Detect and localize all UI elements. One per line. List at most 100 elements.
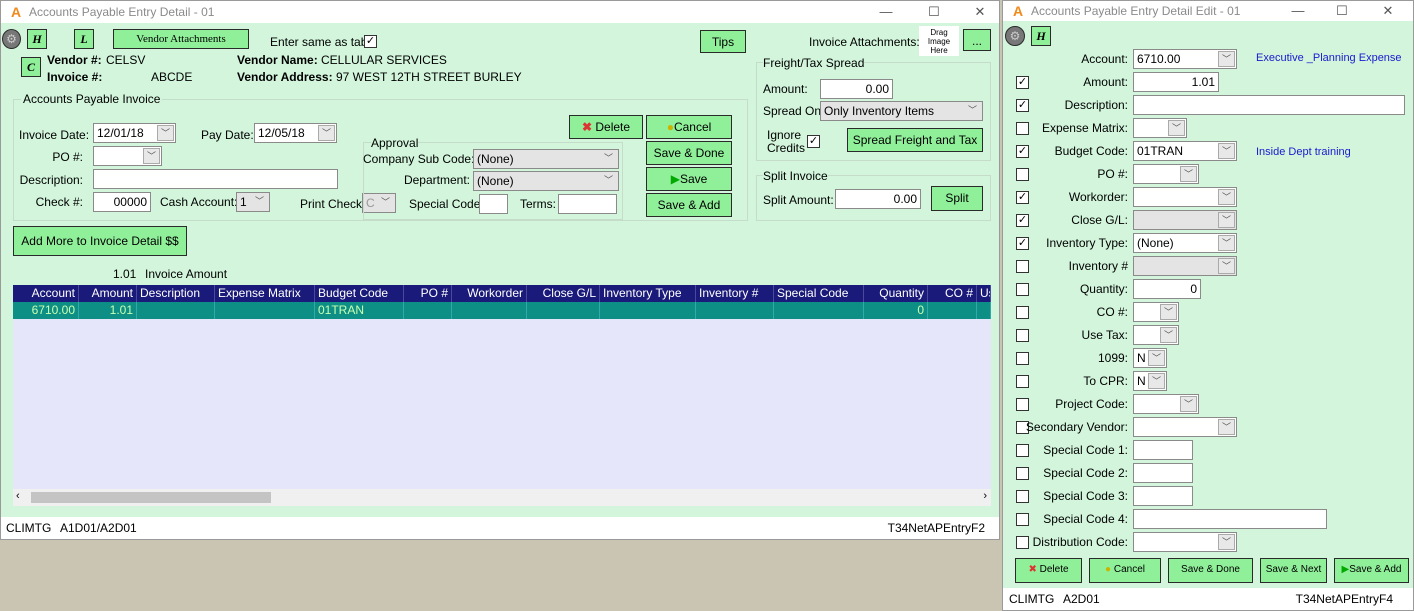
inventory-select[interactable]: ﹀: [1133, 256, 1237, 276]
1099-select[interactable]: N ﹀: [1133, 348, 1167, 368]
table-cell[interactable]: 0: [864, 302, 928, 319]
split-button[interactable]: Split: [931, 186, 983, 211]
cancel-button[interactable]: ●Cancel: [646, 115, 732, 139]
po-select[interactable]: ﹀: [93, 146, 162, 166]
scroll-left-icon[interactable]: ‹: [16, 490, 20, 502]
description-input[interactable]: [93, 169, 338, 189]
company-sub-code-select[interactable]: (None) ﹀: [473, 149, 619, 169]
chevron-down-icon[interactable]: ﹀: [1160, 327, 1177, 343]
chevron-down-icon[interactable]: ﹀: [1218, 143, 1235, 159]
chevron-down-icon[interactable]: ﹀: [1218, 212, 1235, 228]
table-cell[interactable]: 1.01: [79, 302, 137, 319]
secondary-vendor-select[interactable]: ﹀: [1133, 417, 1237, 437]
close-button[interactable]: ✕: [965, 1, 995, 23]
column-header[interactable]: Amount: [79, 285, 137, 302]
edit-delete-button[interactable]: ✖ Delete: [1015, 558, 1082, 583]
budget-code-select[interactable]: 01TRAN ﹀: [1133, 141, 1237, 161]
cash-account-select[interactable]: 1 ﹀: [236, 192, 270, 212]
table-cell[interactable]: [928, 302, 977, 319]
table-cell[interactable]: [600, 302, 696, 319]
contact-button[interactable]: C: [21, 57, 41, 77]
special-code-input[interactable]: [479, 194, 508, 214]
column-header[interactable]: PO #: [404, 285, 452, 302]
quantity-input[interactable]: 0: [1133, 279, 1201, 299]
save-button[interactable]: ▶Save: [646, 167, 732, 191]
drag-image-dropzone[interactable]: Drag Image Here: [919, 26, 959, 56]
account-select[interactable]: 6710.00 ﹀: [1133, 49, 1237, 69]
close-g-l-select[interactable]: ﹀: [1133, 210, 1237, 230]
edit-cancel-button[interactable]: ● Cancel: [1089, 558, 1161, 583]
chevron-down-icon[interactable]: ﹀: [1218, 258, 1235, 274]
chevron-down-icon[interactable]: ﹀: [1218, 51, 1235, 67]
table-cell[interactable]: 01TRAN: [315, 302, 404, 319]
distribution-code-select[interactable]: ﹀: [1133, 532, 1237, 552]
edit-save-done-button[interactable]: Save & Done: [1168, 558, 1253, 583]
special-code-1-input[interactable]: [1133, 440, 1193, 460]
project-code-select[interactable]: ﹀: [1133, 394, 1199, 414]
department-select[interactable]: (None) ﹀: [473, 171, 619, 191]
horizontal-scrollbar[interactable]: ‹ ›: [13, 489, 991, 506]
column-header[interactable]: Special Code: [774, 285, 864, 302]
check-input[interactable]: 00000: [93, 192, 151, 212]
maximize-button[interactable]: ☐: [1327, 1, 1357, 21]
table-cell[interactable]: [774, 302, 864, 319]
delete-button[interactable]: ✖ Delete: [569, 115, 643, 139]
tips-button[interactable]: Tips: [700, 30, 746, 53]
chevron-down-icon[interactable]: ﹀: [1180, 396, 1197, 412]
spread-freight-tax-button[interactable]: Spread Freight and Tax: [847, 128, 983, 152]
column-header[interactable]: Workorder: [452, 285, 527, 302]
edit-save-add-button[interactable]: ▶Save & Add: [1334, 558, 1409, 583]
close-button[interactable]: ✕: [1373, 1, 1403, 21]
chevron-down-icon[interactable]: ﹀: [1160, 304, 1177, 320]
description-input[interactable]: [1133, 95, 1405, 115]
ignore-credits-checkbox[interactable]: ✓: [807, 135, 820, 148]
chevron-down-icon[interactable]: ﹀: [1168, 120, 1185, 136]
minimize-button[interactable]: —: [871, 1, 901, 23]
column-header[interactable]: Close G/L: [527, 285, 600, 302]
table-cell[interactable]: [137, 302, 215, 319]
column-header[interactable]: Account: [13, 285, 79, 302]
edit-save-next-button[interactable]: Save & Next: [1260, 558, 1327, 583]
pay-date-picker[interactable]: 12/05/18 ﹀: [254, 123, 337, 143]
split-amount-input[interactable]: 0.00: [835, 189, 921, 209]
invoice-date-picker[interactable]: 12/01/18 ﹀: [93, 123, 176, 143]
inventory-type-select[interactable]: (None) ﹀: [1133, 233, 1237, 253]
chevron-down-icon[interactable]: ﹀: [1218, 419, 1235, 435]
column-header[interactable]: Inventory #: [696, 285, 774, 302]
chevron-down-icon[interactable]: ﹀: [1148, 373, 1165, 389]
table-cell[interactable]: [452, 302, 527, 319]
help-button[interactable]: H: [1031, 26, 1051, 46]
use-tax-select[interactable]: ﹀: [1133, 325, 1179, 345]
column-header[interactable]: Quantity: [864, 285, 928, 302]
vendor-attachments-button[interactable]: Vendor Attachments: [113, 29, 249, 49]
lookup-button[interactable]: L: [74, 29, 94, 49]
browse-attachments-button[interactable]: ...: [963, 29, 991, 51]
terms-input[interactable]: [558, 194, 617, 214]
chevron-down-icon[interactable]: ﹀: [1218, 534, 1235, 550]
table-cell[interactable]: [977, 302, 991, 319]
column-header[interactable]: Budget Code: [315, 285, 404, 302]
chevron-down-icon[interactable]: ﹀: [1218, 235, 1235, 251]
maximize-button[interactable]: ☐: [919, 1, 949, 23]
special-code-3-input[interactable]: [1133, 486, 1193, 506]
settings-gear-icon[interactable]: ⚙: [2, 29, 21, 49]
scroll-thumb[interactable]: [31, 492, 271, 503]
save-add-button[interactable]: Save & Add: [646, 193, 732, 217]
settings-gear-icon[interactable]: ⚙: [1005, 26, 1025, 46]
special-code-2-input[interactable]: [1133, 463, 1193, 483]
freight-amount-input[interactable]: 0.00: [820, 79, 893, 99]
minimize-button[interactable]: —: [1283, 1, 1313, 21]
table-cell[interactable]: 6710.00: [13, 302, 79, 319]
column-header[interactable]: CO #: [928, 285, 977, 302]
scroll-right-icon[interactable]: ›: [983, 490, 987, 502]
table-row[interactable]: 6710.00 1.01 01TRAN 0: [13, 302, 991, 319]
column-header[interactable]: Inventory Type: [600, 285, 696, 302]
table-cell[interactable]: [527, 302, 600, 319]
enter-same-as-tab-checkbox[interactable]: ✓: [364, 35, 377, 48]
expense-matrix-select[interactable]: ﹀: [1133, 118, 1187, 138]
chevron-down-icon[interactable]: ﹀: [1180, 166, 1197, 182]
po-select[interactable]: ﹀: [1133, 164, 1199, 184]
chevron-down-icon[interactable]: ﹀: [1218, 189, 1235, 205]
table-cell[interactable]: [215, 302, 315, 319]
column-header[interactable]: Us: [977, 285, 991, 302]
